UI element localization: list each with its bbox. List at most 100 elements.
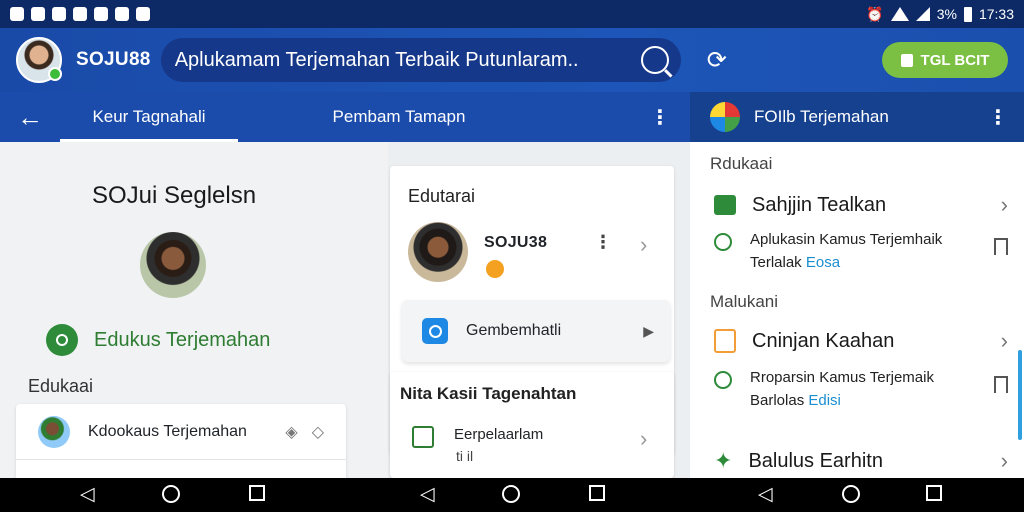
nav-back-icon[interactable]: ◁ <box>758 485 773 505</box>
back-arrow-icon[interactable]: ← <box>0 102 60 133</box>
battery-icon <box>963 6 972 22</box>
list-icon <box>714 195 736 215</box>
chevron-right-icon[interactable]: › <box>640 426 647 452</box>
star-icon: ✦ <box>714 448 733 473</box>
nav-home-icon[interactable] <box>502 485 520 503</box>
app-brand: SOJU88 <box>76 49 151 70</box>
detail-link[interactable]: Eosa <box>806 254 840 271</box>
list-item[interactable]: Cninjan Kaahan › <box>714 328 1008 354</box>
signal-icon <box>915 7 930 21</box>
right-panel-title: FOIlb Terjemahan <box>754 107 889 126</box>
notification-icon <box>136 7 150 21</box>
tab-label: Pembam Tamapn <box>332 107 466 126</box>
section-label: Edukaai <box>28 376 94 396</box>
clock: 17:33 <box>978 6 1014 22</box>
search-text: Aplukamam Terjemahan Terbaik Putunlaram.… <box>174 48 579 71</box>
list-item[interactable]: Kdookaus Terjemahan ◈ ◇ <box>16 404 346 460</box>
page-title: SOJui Seglelsn <box>92 182 257 209</box>
search-badge-icon <box>46 324 78 356</box>
nav-home-icon[interactable] <box>842 485 860 503</box>
bookmark-icon[interactable] <box>994 238 1008 255</box>
avatar[interactable] <box>16 37 62 83</box>
volume-icon[interactable]: ◈ <box>285 422 297 442</box>
share-icon <box>714 371 732 389</box>
left-panel: SOJui Seglelsn Edukus Terjemahan Edukaai… <box>0 142 388 484</box>
gallery-button[interactable]: Gembemhatli ▶ <box>402 300 670 362</box>
section-label: Malukani <box>710 292 779 311</box>
avatar <box>38 415 70 448</box>
notification-icon <box>52 7 66 21</box>
chevron-right-icon[interactable]: › <box>1001 328 1008 354</box>
notification-icon <box>31 7 45 21</box>
detail-line: Terlalak <box>750 254 802 271</box>
list-item-title: Balulus Earhitn <box>748 449 883 472</box>
list-item-label: Kdookaus Terjemahan <box>88 422 247 440</box>
wifi-icon <box>890 7 909 21</box>
battery-text: 3% <box>936 6 957 22</box>
feature-link[interactable]: Edukus Terjemahan <box>46 324 270 356</box>
section-label: Rdukaai <box>710 154 773 173</box>
list-item[interactable]: ✦ Balulus Earhitn › <box>714 448 1008 474</box>
list-item-title: Cninjan Kaahan <box>752 329 895 352</box>
share-icon <box>714 233 732 251</box>
tag-icon[interactable]: ◇ <box>312 422 324 442</box>
chevron-right-icon[interactable]: › <box>640 232 647 258</box>
right-panel: Rdukaai Sahjjin Tealkan › Aplukasin Kamu… <box>690 142 1024 478</box>
nav-recents-icon[interactable] <box>249 485 265 501</box>
app-logo-icon <box>710 102 740 132</box>
detail-link[interactable]: Edisi <box>808 392 841 409</box>
nav-home-icon[interactable] <box>162 485 180 503</box>
scrollbar[interactable] <box>1018 350 1022 440</box>
list-item-detail[interactable]: Rroparsin Kamus Terjemaik Barlolas Edisi <box>714 366 1008 412</box>
list-item-title: Sahjjin Tealkan <box>752 193 887 216</box>
list-item-sub: ti il <box>456 448 474 464</box>
subcard-label: Gembemhatli <box>466 322 562 339</box>
notification-icon <box>73 7 87 21</box>
more-menu-icon[interactable]: ⋮ <box>630 105 690 130</box>
tab-pembam-tamapn[interactable]: Pembam Tamapn <box>310 92 488 142</box>
notification-icon <box>115 7 129 21</box>
right-panel-header: FOIlb Terjemahan ⋮ <box>690 92 1024 142</box>
profile-photo <box>140 232 206 298</box>
online-dot-icon <box>48 67 62 81</box>
nav-back-icon[interactable]: ◁ <box>420 485 435 505</box>
nav-recents-icon[interactable] <box>589 485 605 501</box>
card-title: Nita Kasii Tagenahtan <box>400 384 577 403</box>
list-item-detail[interactable]: Aplukasin Kamus Terjemhaik Terlalak Eosa <box>714 228 1008 274</box>
notification-icon <box>10 7 24 21</box>
detail-line: Barlolas <box>750 392 805 409</box>
cta-label: TGL BCIT <box>920 51 990 69</box>
app-bar: SOJU88 Aplukamam Terjemahan Terbaik Putu… <box>0 28 1024 92</box>
status-right: ⏰ 3% 17:33 <box>866 6 1014 23</box>
bookmark-icon[interactable] <box>994 376 1008 393</box>
list-card: Kdookaus Terjemahan ◈ ◇ <box>16 404 346 484</box>
tab-keur-tagnahali[interactable]: Keur Tagnahali <box>60 92 238 142</box>
more-menu-icon[interactable]: ⋮ <box>594 232 612 253</box>
list-item[interactable]: Sahjjin Tealkan › <box>714 192 1008 218</box>
cta-button[interactable]: TGL BCIT <box>882 42 1008 78</box>
status-bar: ⏰ 3% 17:33 <box>0 0 1024 28</box>
chevron-right-icon[interactable]: › <box>1001 192 1008 218</box>
card-title: Edutarai <box>408 186 476 206</box>
lock-icon <box>900 53 913 67</box>
clock-badge-icon <box>486 260 504 278</box>
notification-icons <box>10 7 150 21</box>
detail-line: Rroparsin Kamus Terjemaik <box>750 369 934 386</box>
alarm-icon: ⏰ <box>866 5 884 22</box>
search-input[interactable]: Aplukamam Terjemahan Terbaik Putunlaram.… <box>160 38 681 82</box>
search-icon[interactable] <box>640 46 669 74</box>
play-arrow-icon: ▶ <box>643 322 654 339</box>
nav-back-icon[interactable]: ◁ <box>80 485 95 505</box>
list-item-label[interactable]: Eerpelaarlam <box>454 426 543 443</box>
feature-label: Edukus Terjemahan <box>94 328 271 351</box>
nav-recents-icon[interactable] <box>926 485 942 501</box>
refresh-icon[interactable]: ⟳ <box>707 46 727 75</box>
detail-line: Aplukasin Kamus Terjemhaik <box>750 231 943 248</box>
chevron-right-icon[interactable]: › <box>1001 448 1008 474</box>
notification-icon <box>94 7 108 21</box>
info-card: Nita Kasii Tagenahtan Eerpelaarlam ti il… <box>390 372 674 478</box>
tab-bar: ← Keur Tagnahali Pembam Tamapn ⋮ <box>0 92 690 142</box>
camera-icon <box>422 318 448 344</box>
more-menu-icon[interactable]: ⋮ <box>988 105 1008 130</box>
avatar[interactable] <box>408 222 468 282</box>
